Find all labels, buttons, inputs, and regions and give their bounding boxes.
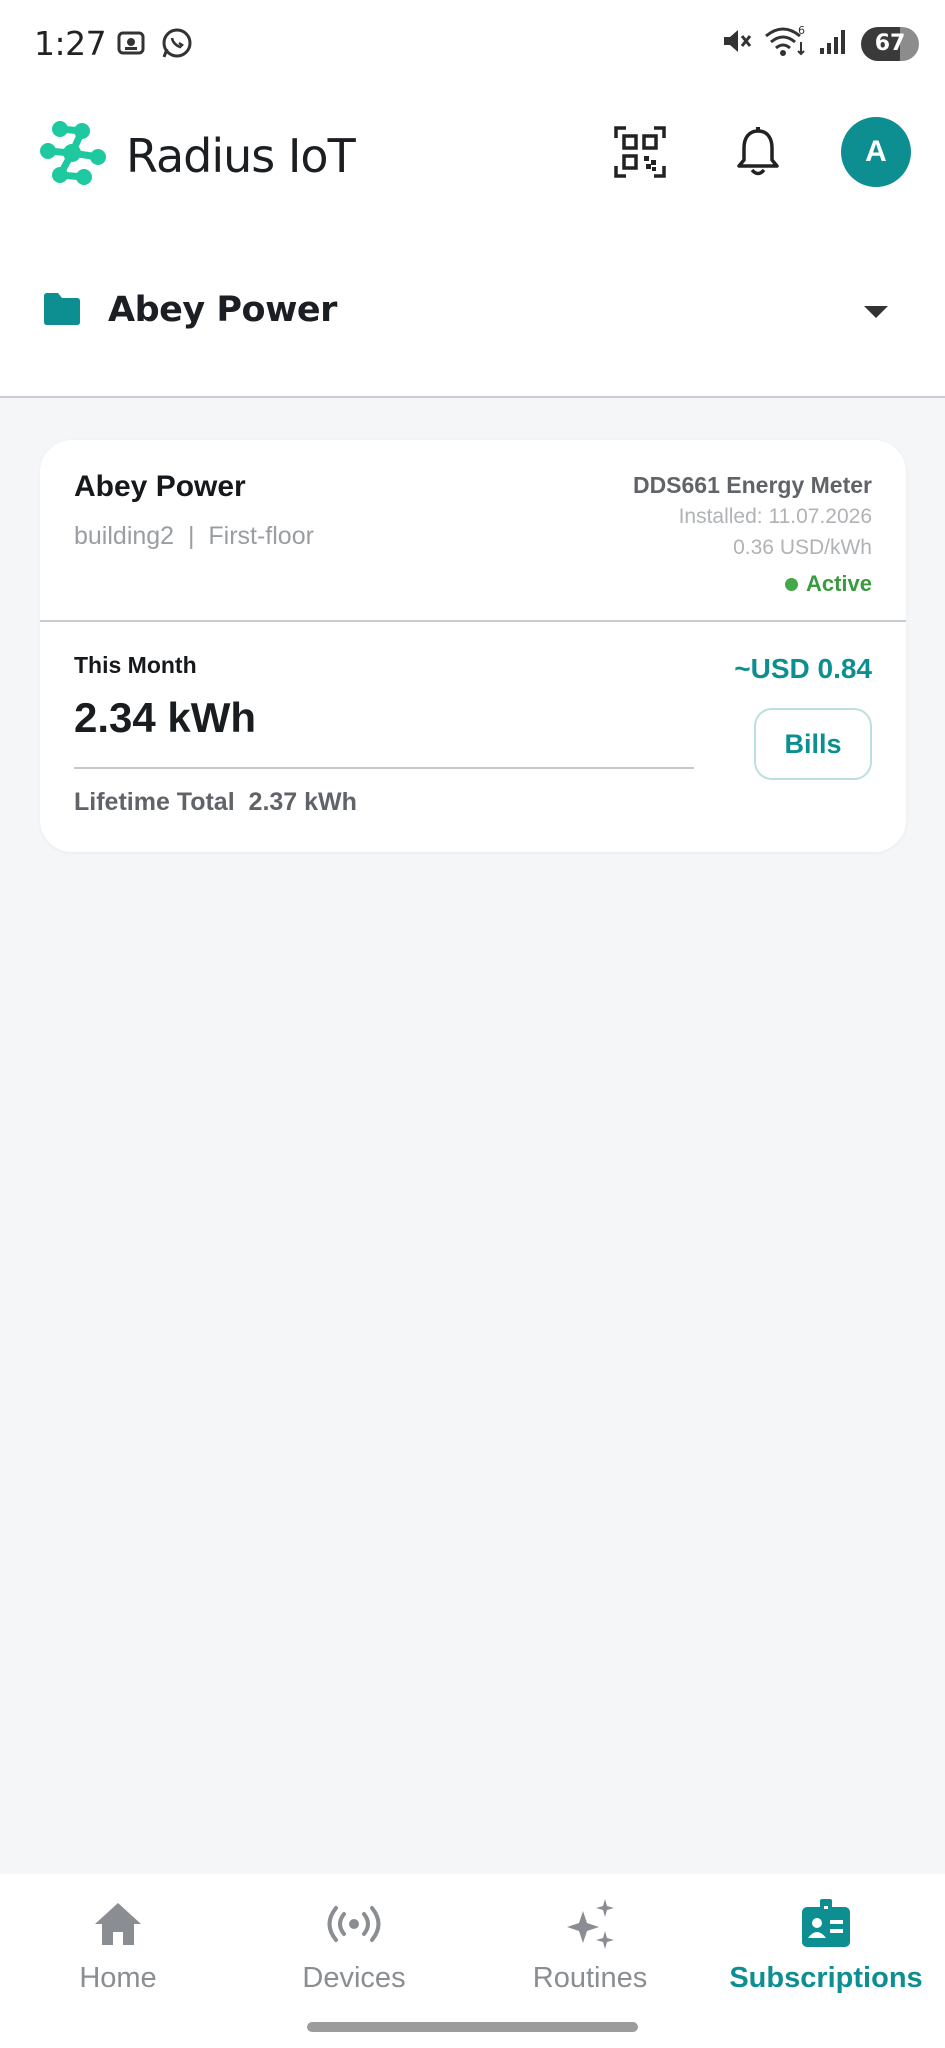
- status-bar: 1:27 6 67: [0, 0, 945, 90]
- status-badge: Active: [784, 571, 872, 597]
- month-usage-value: 2.34 kWh: [74, 694, 257, 741]
- folder-icon: [42, 292, 82, 331]
- month-cost: ~USD 0.84: [734, 653, 872, 684]
- wifi-icon: 6: [763, 24, 807, 63]
- folder-name: Abey Power: [108, 290, 337, 330]
- nav-item-devices[interactable]: Devices: [236, 1894, 472, 2004]
- nav-item-routines[interactable]: Routines: [472, 1894, 708, 2004]
- nav-item-subscriptions[interactable]: Subscriptions: [708, 1894, 944, 2004]
- avatar[interactable]: A: [841, 117, 911, 187]
- bills-button[interactable]: Bills: [754, 708, 872, 780]
- brand-name: Radius IoT: [126, 128, 356, 183]
- nav-label-home: Home: [79, 1962, 157, 1994]
- notifications-button[interactable]: [722, 118, 794, 190]
- battery-icon: 67: [861, 26, 919, 61]
- nav-label-devices: Devices: [302, 1962, 406, 1994]
- sparkle-icon: [472, 1894, 708, 1954]
- lifetime-total: Lifetime Total 2.37 kWh: [74, 788, 357, 816]
- status-dot-icon: [784, 577, 798, 591]
- card-header: Abey Power building2 | First-floor DDS66…: [40, 440, 906, 622]
- status-time: 1:27: [34, 24, 107, 63]
- nav-label-subscriptions: Subscriptions: [729, 1962, 923, 1994]
- nav-item-home[interactable]: Home: [0, 1894, 236, 2004]
- nav-label-routines: Routines: [532, 1962, 648, 1994]
- radius-logo-icon: [38, 119, 110, 192]
- status-text: Active: [805, 571, 872, 596]
- subscription-card[interactable]: Abey Power building2 | First-floor DDS66…: [40, 440, 906, 852]
- dropdown-caret-icon[interactable]: [862, 304, 890, 320]
- screenshot-icon: [114, 26, 148, 65]
- app-header: Radius IoT A: [0, 110, 945, 200]
- meter-name: DDS661 Energy Meter: [632, 472, 872, 498]
- svg-text:6: 6: [798, 24, 805, 37]
- divider: [74, 767, 694, 769]
- id-badge-icon: [708, 1894, 944, 1954]
- home-indicator[interactable]: [307, 2022, 638, 2032]
- whatsapp-icon: [160, 26, 194, 65]
- bell-icon: [735, 126, 781, 183]
- site-name: Abey Power: [74, 470, 246, 503]
- energy-rate: 0.36 USD/kWh: [733, 536, 872, 559]
- devices-broadcast-icon: [236, 1894, 472, 1954]
- home-icon: [0, 1894, 236, 1954]
- site-location: building2 | First-floor: [74, 522, 314, 550]
- qr-scan-button[interactable]: [604, 118, 676, 190]
- brand-logo[interactable]: Radius IoT: [38, 119, 356, 192]
- installed-date: Installed: 11.07.2026: [678, 505, 872, 528]
- mute-icon: [719, 24, 753, 63]
- qr-scan-icon: [614, 125, 666, 183]
- signal-icon: [817, 24, 851, 63]
- folder-selector[interactable]: Abey Power: [0, 272, 945, 352]
- month-label: This Month: [74, 652, 197, 678]
